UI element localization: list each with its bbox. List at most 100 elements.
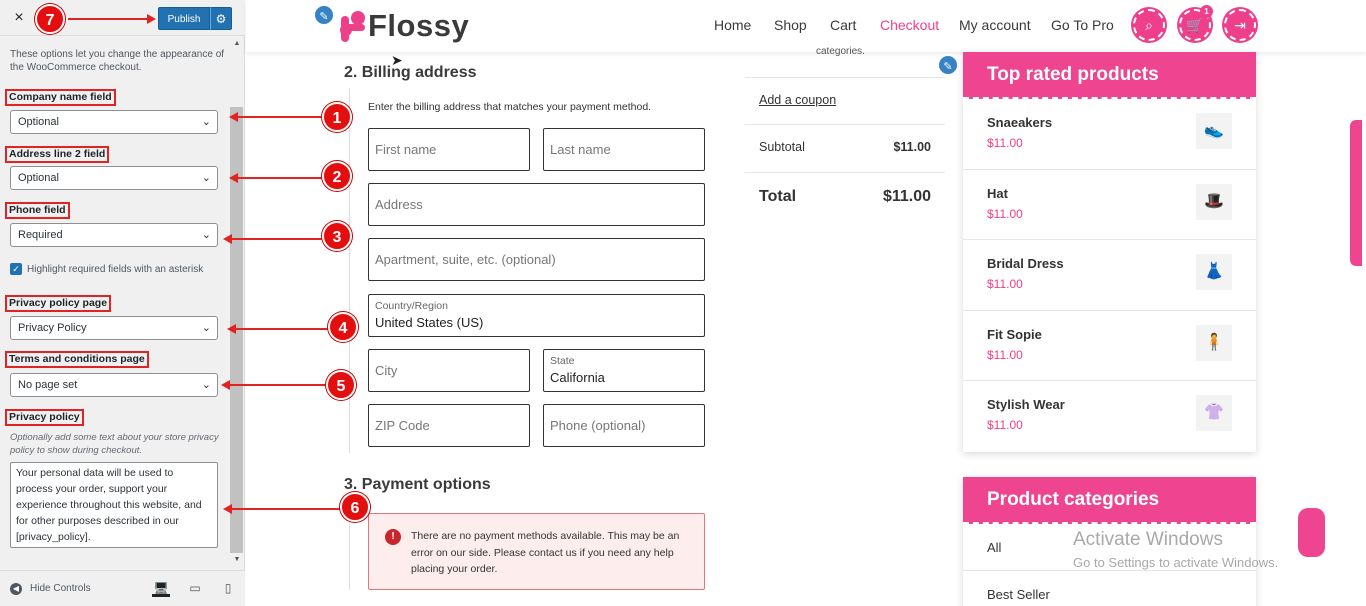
- annotation-arrow: [230, 384, 326, 386]
- gear-icon[interactable]: ⚙: [210, 7, 232, 30]
- highlight-required-label: Highlight required fields with an asteri…: [27, 264, 204, 275]
- product-price: $11.00: [987, 136, 1023, 150]
- privacy-page-value: Privacy Policy: [18, 322, 87, 334]
- terms-page-label: Terms and conditions page: [5, 351, 149, 368]
- scroll-up-arrow-icon[interactable]: ▲: [232, 40, 242, 50]
- site-logo-text[interactable]: Flossy: [368, 8, 469, 44]
- product-item[interactable]: Stylish Wear $11.00 👚: [963, 381, 1256, 452]
- country-select[interactable]: Country/Region United States (US): [368, 294, 705, 337]
- product-name[interactable]: Hat: [987, 186, 1008, 201]
- annotation-badge-4: 4: [328, 312, 358, 342]
- top-rated-widget: Top rated products Snaeakers $11.00 👟 Ha…: [963, 52, 1256, 452]
- subtotal-value: $11.00: [893, 140, 931, 154]
- payment-error-notice: ! There are no payment methods available…: [368, 513, 705, 590]
- edit-pencil-icon[interactable]: ✎: [313, 4, 335, 26]
- product-price: $11.00: [987, 418, 1023, 433]
- mobile-preview-icon[interactable]: ▯: [219, 579, 237, 597]
- product-name[interactable]: Bridal Dress: [987, 256, 1064, 271]
- country-label: Country/Region: [375, 300, 448, 312]
- page-scrollbar[interactable]: [1350, 120, 1362, 266]
- publish-button[interactable]: Publish: [158, 7, 210, 30]
- privacy-page-select[interactable]: Privacy Policy ⌄: [10, 316, 218, 340]
- state-select[interactable]: State California: [543, 349, 705, 392]
- billing-title: 2. Billing address: [344, 64, 477, 81]
- subtotal-label: Subtotal: [759, 140, 805, 154]
- hat-icon[interactable]: 🎩: [1196, 183, 1232, 220]
- hide-controls-button[interactable]: ◀ Hide Controls: [10, 581, 91, 597]
- logo-icon[interactable]: [338, 6, 372, 44]
- nav-checkout[interactable]: Checkout: [880, 16, 939, 34]
- floating-button[interactable]: [1298, 508, 1325, 557]
- city-input[interactable]: City: [368, 349, 530, 392]
- annotation-arrow: [236, 328, 328, 330]
- address2-field-select[interactable]: Optional ⌄: [10, 166, 218, 190]
- nav-go-to-pro[interactable]: Go To Pro: [1051, 16, 1114, 34]
- section-description: These options let you change the appeara…: [10, 49, 225, 73]
- chevron-down-icon: ⌄: [201, 322, 211, 334]
- product-item[interactable]: Snaeakers $11.00 👟: [963, 99, 1256, 170]
- annotation-arrow: [68, 18, 148, 20]
- privacy-page-label: Privacy policy page: [5, 295, 112, 312]
- add-coupon-link[interactable]: Add a coupon: [759, 93, 836, 107]
- terms-page-select[interactable]: No page set ⌄: [10, 373, 218, 397]
- activate-windows-subtitle: Go to Settings to activate Windows.: [1073, 555, 1279, 570]
- annotation-badge-1: 1: [322, 102, 352, 132]
- nav-my-account[interactable]: My account: [959, 16, 1031, 34]
- annotation-arrow-head: [147, 14, 156, 24]
- customizer-sidebar: × Publish ⚙ ▲ ▼ These options let you ch…: [0, 0, 245, 606]
- phone-input[interactable]: Phone (optional): [543, 404, 705, 447]
- nav-shop[interactable]: Shop: [774, 16, 807, 34]
- product-name[interactable]: Fit Sopie: [987, 327, 1042, 342]
- close-icon[interactable]: ×: [8, 8, 30, 28]
- product-item[interactable]: Bridal Dress $11.00 👗: [963, 240, 1256, 311]
- logout-icon[interactable]: ⇥: [1224, 9, 1256, 41]
- privacy-policy-label: Privacy policy: [5, 409, 84, 426]
- product-name[interactable]: Stylish Wear: [987, 397, 1065, 412]
- phone-field-select[interactable]: Required ⌄: [10, 223, 218, 247]
- product-name[interactable]: Snaeakers: [987, 115, 1052, 130]
- dress-icon[interactable]: 👗: [1196, 254, 1232, 291]
- phone-field-value: Required: [18, 229, 63, 241]
- address2-field-label: Address line 2 field: [5, 146, 110, 163]
- annotation-arrow-head: [221, 380, 230, 390]
- product-price: $11.00: [987, 277, 1023, 292]
- annotation-arrow: [238, 177, 322, 179]
- apartment-input[interactable]: Apartment, suite, etc. (optional): [368, 238, 705, 281]
- summary-divider: [745, 77, 945, 78]
- nav-home[interactable]: Home: [714, 16, 751, 34]
- product-item[interactable]: Fit Sopie $11.00 🧍: [963, 311, 1256, 382]
- highlight-required-checkbox[interactable]: ✓: [10, 263, 22, 276]
- company-field-value: Optional: [18, 116, 59, 128]
- phone-field-label: Phone field: [5, 202, 70, 219]
- address-input[interactable]: Address: [368, 183, 705, 226]
- top-rated-title: Top rated products: [963, 52, 1256, 99]
- outfit-icon[interactable]: 🧍: [1196, 324, 1232, 361]
- site-preview: ✎ Flossy Home Shop Cart Checkout My acco…: [246, 0, 1366, 606]
- chevron-down-icon: ⌄: [201, 172, 211, 184]
- country-value: United States (US): [375, 315, 484, 330]
- tablet-preview-icon[interactable]: ▭: [186, 579, 204, 597]
- payment-title: 3. Payment options: [344, 476, 491, 493]
- product-item[interactable]: Hat $11.00 🎩: [963, 170, 1256, 241]
- shoe-icon[interactable]: 👟: [1196, 113, 1232, 149]
- privacy-policy-textarea[interactable]: Your personal data will be used to proce…: [10, 462, 218, 548]
- summary-cut-text: categories.: [816, 46, 865, 57]
- product-price: $11.00: [987, 347, 1023, 362]
- zip-input[interactable]: ZIP Code: [368, 404, 530, 447]
- terms-page-value: No page set: [18, 379, 78, 391]
- search-icon[interactable]: ⌕: [1133, 9, 1165, 41]
- chevron-down-icon: ⌄: [201, 229, 211, 241]
- annotation-arrow: [238, 116, 322, 118]
- hide-controls-label: Hide Controls: [30, 583, 91, 594]
- nav-cart[interactable]: Cart: [830, 16, 856, 34]
- category-item[interactable]: Best Seller: [963, 571, 1256, 606]
- company-field-select[interactable]: Optional ⌄: [10, 110, 218, 134]
- desktop-preview-icon[interactable]: 🖥: [152, 579, 170, 597]
- scroll-down-arrow-icon[interactable]: ▼: [232, 556, 242, 566]
- first-name-input[interactable]: First name: [368, 128, 530, 171]
- annotation-arrow-head: [223, 234, 232, 244]
- last-name-input[interactable]: Last name: [543, 128, 705, 171]
- highlight-required-row[interactable]: ✓ Highlight required fields with an aster…: [10, 263, 203, 277]
- edit-pencil-icon[interactable]: ✎: [937, 54, 959, 76]
- wear-icon[interactable]: 👚: [1196, 395, 1232, 432]
